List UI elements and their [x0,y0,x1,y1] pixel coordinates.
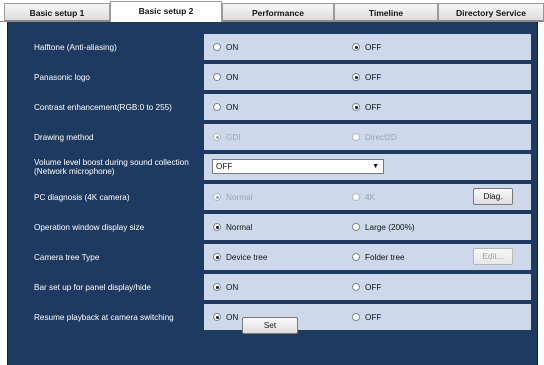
halftone-on-option[interactable]: ON [213,34,238,60]
row-drawing-method: Drawing method GDI Direct2D [24,124,531,150]
resume-on-label: ON [226,312,239,322]
row-volume-boost: Volume level boost during sound collecti… [24,154,531,180]
tab-basic-setup-1[interactable]: Basic setup 1 [4,3,110,21]
set-button[interactable]: Set [242,317,298,334]
tab-performance[interactable]: Performance [222,3,334,21]
row-bar-setup: Bar set up for panel display/hide ON OFF [24,274,531,300]
drawing-direct2d-label: Direct2D [365,132,397,142]
resume-on-radio[interactable] [213,313,221,321]
dropdown-arrow-icon[interactable]: ▼ [372,160,379,173]
resume-off-radio[interactable] [352,313,360,321]
pcdiag-normal-label: Normal [226,192,253,202]
diag-button[interactable]: Diag. [473,188,513,205]
volume-select[interactable]: OFF ▼ [212,159,384,174]
resume-off-option[interactable]: OFF [352,304,381,330]
tab-timeline[interactable]: Timeline [334,3,438,21]
pcdiag-4k-label: 4K [365,192,376,202]
contrast-on-radio[interactable] [213,103,221,111]
logo-off-radio[interactable] [352,73,360,81]
opwin-large-label: Large (200%) [365,222,415,232]
contrast-off-radio[interactable] [352,103,360,111]
bar-options: ON OFF [204,274,531,300]
logo-on-radio[interactable] [213,73,221,81]
row-camera-tree-type: Camera tree Type Device tree Folder tree… [24,244,531,270]
drawing-gdi-radio [213,133,221,141]
contrast-on-label: ON [226,102,239,112]
row-halftone: Halftone (Anti-aliasing) ON OFF [24,34,531,60]
volume-select-value: OFF [216,162,233,171]
drawing-direct2d-radio [352,133,360,141]
contrast-options: ON OFF [204,94,531,120]
logo-on-option[interactable]: ON [213,64,238,90]
opwin-label: Operation window display size [24,214,204,240]
resume-label: Resume playback at camera switching [24,304,204,330]
drawing-options: GDI Direct2D [204,124,531,150]
logo-on-label: ON [226,72,239,82]
logo-label: Panasonic logo [24,64,204,90]
tree-device-label: Device tree [226,252,268,262]
halftone-off-radio[interactable] [352,43,360,51]
tab-bar: Basic setup 1 Basic setup 2 Performance … [0,0,544,22]
tree-device-option[interactable]: Device tree [213,244,267,270]
opwin-options: Normal Large (200%) [204,214,531,240]
contrast-off-label: OFF [365,102,382,112]
row-contrast-enhancement: Contrast enhancement(RGB:0 to 255) ON OF… [24,94,531,120]
pcdiag-normal-option: Normal [213,184,252,210]
opwin-normal-option[interactable]: Normal [213,214,252,240]
halftone-label: Halftone (Anti-aliasing) [24,34,204,60]
halftone-options: ON OFF [204,34,531,60]
tab-basic-setup-2[interactable]: Basic setup 2 [110,1,222,22]
opwin-normal-radio[interactable] [213,223,221,231]
tree-options: Device tree Folder tree Edit... [204,244,531,270]
bar-label: Bar set up for panel display/hide [24,274,204,300]
bar-off-label: OFF [365,282,382,292]
pcdiag-4k-option: 4K [352,184,375,210]
opwin-large-option[interactable]: Large (200%) [352,214,415,240]
bar-off-option[interactable]: OFF [352,274,381,300]
pcdiag-label: PC diagnosis (4K camera) [24,184,204,210]
tree-folder-radio[interactable] [352,253,360,261]
row-panasonic-logo: Panasonic logo ON OFF [24,64,531,90]
resume-off-label: OFF [365,312,382,322]
logo-off-option[interactable]: OFF [352,64,381,90]
row-operation-window-size: Operation window display size Normal Lar… [24,214,531,240]
drawing-direct2d-option: Direct2D [352,124,397,150]
logo-off-label: OFF [365,72,382,82]
row-pc-diagnosis: PC diagnosis (4K camera) Normal 4K Diag. [24,184,531,210]
resume-on-option[interactable]: ON [213,304,238,330]
pcdiag-options: Normal 4K Diag. [204,184,531,210]
logo-options: ON OFF [204,64,531,90]
tree-folder-label: Folder tree [365,252,405,262]
bar-off-radio[interactable] [352,283,360,291]
tab-directory-service[interactable]: Directory Service [438,3,544,21]
drawing-gdi-label: GDI [226,132,241,142]
opwin-normal-label: Normal [226,222,253,232]
halftone-on-radio[interactable] [213,43,221,51]
halftone-off-option[interactable]: OFF [352,34,381,60]
contrast-on-option[interactable]: ON [213,94,238,120]
tab-divider [0,21,544,22]
halftone-off-label: OFF [365,42,382,52]
halftone-on-label: ON [226,42,239,52]
bar-on-radio[interactable] [213,283,221,291]
tree-device-radio[interactable] [213,253,221,261]
drawing-gdi-option: GDI [213,124,241,150]
volume-control: OFF ▼ [204,154,531,180]
tree-label: Camera tree Type [24,244,204,270]
pcdiag-4k-radio [352,193,360,201]
opwin-large-radio[interactable] [352,223,360,231]
drawing-label: Drawing method [24,124,204,150]
bar-on-label: ON [226,282,239,292]
contrast-off-option[interactable]: OFF [352,94,381,120]
tree-folder-option[interactable]: Folder tree [352,244,405,270]
contrast-label: Contrast enhancement(RGB:0 to 255) [24,94,204,120]
volume-label: Volume level boost during sound collecti… [24,154,204,180]
edit-button[interactable]: Edit... [473,248,513,265]
bar-on-option[interactable]: ON [213,274,238,300]
pcdiag-normal-radio [213,193,221,201]
